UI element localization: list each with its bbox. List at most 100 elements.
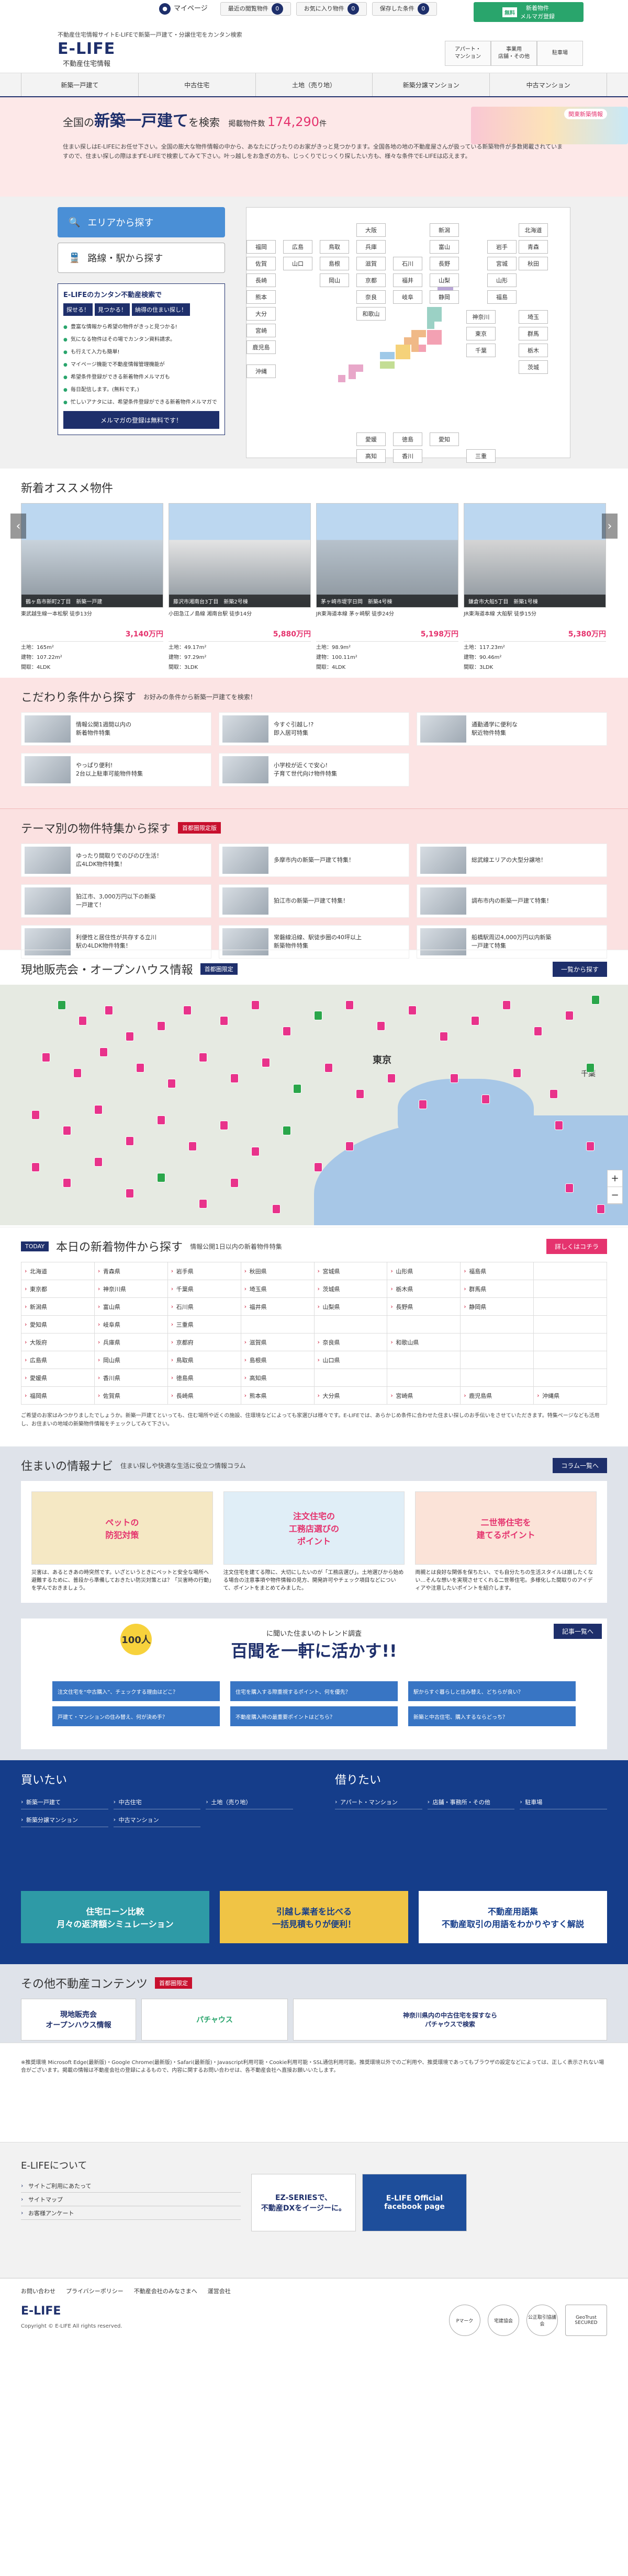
pref-button[interactable]: 栃木 [519,344,548,357]
open-house-pin[interactable] [157,1173,165,1182]
open-house-pin[interactable] [565,1011,574,1020]
today-pref-link[interactable]: 新潟県 [21,1298,95,1316]
today-pref-link[interactable]: 愛媛県 [21,1369,95,1387]
open-house-pin[interactable] [99,1047,108,1057]
today-pref-link[interactable]: 茨城県 [314,1280,388,1298]
open-house-pin[interactable] [73,1068,82,1078]
pref-button[interactable]: 福井 [393,273,422,287]
pref-button[interactable]: 福島 [487,290,517,304]
today-pref-link[interactable]: 奈良県 [314,1333,388,1351]
today-pref-link[interactable]: 滋賀県 [241,1333,315,1351]
open-house-pin[interactable] [345,1000,354,1010]
column-card[interactable]: 二世帯住宅を 建てるポイント 両親とは良好な関係を保ちたい、でも自分たちの生活スタ… [415,1491,597,1592]
condition-item[interactable]: やっぱり便利! 2台以上駐車可能物件特集 [21,753,211,787]
listing-photo[interactable]: 鎌倉市大船5丁目 新築1号棟 [464,503,606,608]
today-pref-link[interactable]: 熊本県 [241,1387,315,1405]
column-list-button[interactable]: コラム一覧へ [553,1458,607,1473]
listing-card[interactable]: 鎌倉市大船5丁目 新築1号棟 JR東海道本線 大船駅 徒歩15分 5,380万円 土地… [464,503,606,671]
pachaus-banner[interactable]: パチャウス [141,1999,288,2041]
today-pref-link[interactable]: 福岡県 [21,1387,95,1405]
survey-category[interactable]: 戸建て・マンションの住み替え、何が決め手？ [52,1706,220,1726]
theme-item[interactable]: 総武線エリアの大型分譲地！ [417,844,607,877]
today-pref-link[interactable]: 愛知県 [21,1316,95,1333]
pref-button[interactable]: 佐賀 [246,257,276,270]
survey-category[interactable]: 注文住宅を“中古購入”、チェックする理由はどこ？ [52,1681,220,1701]
buy-link[interactable]: 新築分譲マンション [21,1813,108,1827]
open-house-pin[interactable] [419,1100,427,1109]
rent-link[interactable]: 駐車場 [520,1795,607,1809]
open-house-pin[interactable] [293,1084,301,1093]
buy-link[interactable]: 土地（売り地） [206,1795,293,1809]
today-pref-link[interactable]: 兵庫県 [94,1333,168,1351]
pref-button[interactable]: 和歌山 [356,307,386,321]
listing-card[interactable]: 藤沢市湘南台3丁目 新築2号棟 小田急江ノ島線 湘南台駅 徒歩14分 5,880万円… [169,503,311,671]
theme-item[interactable]: 調布市内の新築一戸建て特集！ [417,884,607,918]
pref-button[interactable]: 茨城 [519,360,548,374]
zoom-out-button[interactable]: − [608,1187,622,1204]
open-house-pin[interactable] [440,1032,448,1041]
pref-button[interactable]: 山梨 [430,273,459,287]
open-house-pin[interactable] [126,1032,134,1041]
pref-button[interactable]: 三重 [466,449,496,463]
catlink-business[interactable]: 事業用 店舗・その他 [491,41,537,66]
open-house-list-button[interactable]: 一覧から探す [552,962,607,977]
open-house-pin[interactable] [105,1006,113,1015]
pref-button[interactable]: 香川 [393,449,422,463]
open-house-pin[interactable] [230,1074,239,1083]
about-link-survey[interactable]: お客様アンケート [21,2206,241,2220]
today-pref-link[interactable]: 岐阜県 [94,1316,168,1333]
open-house-pin[interactable] [220,1121,228,1130]
open-house-pin[interactable] [314,1162,322,1172]
pref-button[interactable]: 広島 [283,240,312,254]
open-house-pin[interactable] [481,1095,490,1104]
theme-item[interactable]: 狛江市の新築一戸建て特集！ [219,884,409,918]
open-house-pin[interactable] [94,1105,103,1114]
open-house-pin[interactable] [126,1189,134,1198]
today-pref-link[interactable]: 東京都 [21,1280,95,1298]
pref-button[interactable]: 長野 [430,257,459,270]
open-house-pin[interactable] [199,1199,207,1209]
open-house-pin[interactable] [31,1110,40,1120]
survey-category[interactable]: 新築と中古住宅、購入するならどっち？ [408,1706,576,1726]
condition-item[interactable]: 小学校が近くで安心! 子育て世代向け物件特集 [219,753,409,787]
today-pref-link[interactable]: 富山県 [94,1298,168,1316]
today-pref-link[interactable]: 栃木県 [387,1280,461,1298]
gnav-used-mansion[interactable]: 中古マンション [489,73,607,96]
pref-button[interactable]: 秋田 [519,257,548,270]
today-pref-link[interactable]: 大阪府 [21,1333,95,1351]
today-pref-link[interactable]: 秋田県 [241,1262,315,1280]
today-pref-link[interactable]: 山梨県 [314,1298,388,1316]
today-pref-link[interactable]: 千葉県 [167,1280,241,1298]
open-house-pin[interactable] [555,1121,563,1130]
today-pref-link[interactable]: 神奈川県 [94,1280,168,1298]
open-house-pin[interactable] [534,1027,542,1036]
glossary-banner[interactable]: 不動産用語集 不動産取引の用語をわかりやすく解説 [419,1891,607,1943]
zoom-in-button[interactable]: + [608,1170,622,1187]
today-pref-link[interactable]: 福島県 [461,1262,534,1280]
pref-button[interactable]: 青森 [519,240,548,254]
pref-button[interactable]: 沖縄 [246,364,276,378]
loan-banner[interactable]: 住宅ローン比較 月々の返済額シミュレーション [21,1891,209,1943]
open-house-pin[interactable] [408,1006,417,1015]
catlink-apartment[interactable]: アパート・ マンション [445,41,491,66]
open-house-pin[interactable] [251,1147,260,1156]
pref-button[interactable]: 愛知 [430,432,459,446]
gnav-land[interactable]: 土地（売り地） [255,73,373,96]
open-house-pin[interactable] [591,995,600,1005]
trend-survey-banner[interactable]: 100人 に聞いた住まいのトレンド調査 百聞を一軒に活かす!! 記事一覧へ 注文住… [21,1618,607,1749]
pref-button[interactable]: 愛媛 [356,432,386,446]
open-house-pin[interactable] [377,1021,385,1031]
open-house-banner[interactable]: 現地販売会 オープンハウス情報 [21,1999,136,2041]
gnav-new-mansion[interactable]: 新築分譲マンション [372,73,489,96]
pref-button[interactable]: 神奈川 [466,310,496,324]
footer-link-privacy[interactable]: プライバシーポリシー [66,2287,124,2295]
open-house-pin[interactable] [262,1058,270,1067]
open-house-pin[interactable] [387,1074,396,1083]
about-link-usage[interactable]: サイトご利用にあたって [21,2179,241,2193]
theme-item[interactable]: ゆったり間取りでのびのび生活！ 広4LDK物件特集！ [21,844,211,877]
open-house-pin[interactable] [31,1162,40,1172]
open-house-pin[interactable] [597,1204,605,1214]
open-house-pin[interactable] [324,1063,333,1073]
today-pref-link[interactable]: 三重県 [167,1316,241,1333]
open-house-pin[interactable] [586,1142,595,1151]
